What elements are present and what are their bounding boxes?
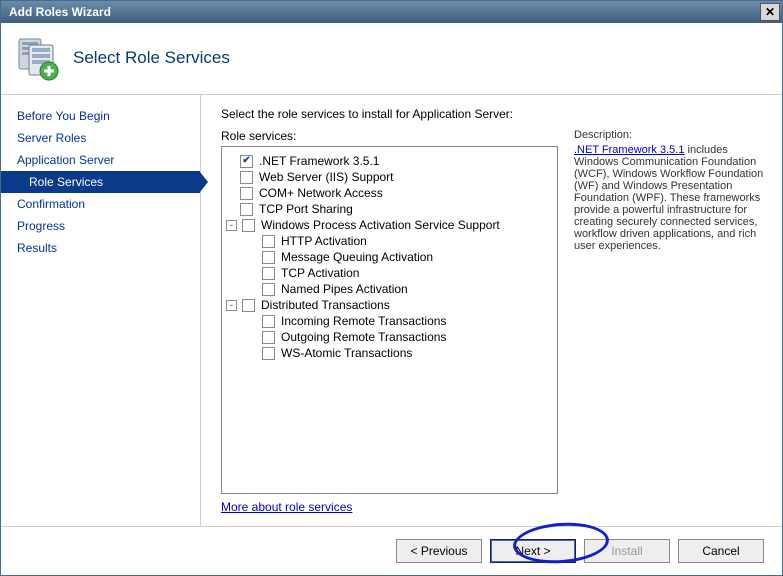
checkbox[interactable] <box>262 283 275 296</box>
next-button[interactable]: Next > <box>490 539 576 563</box>
more-about-link[interactable]: More about role services <box>221 494 558 520</box>
tree-node-label: COM+ Network Access <box>256 186 383 200</box>
titlebar[interactable]: Add Roles Wizard ✕ <box>1 1 782 23</box>
checkbox[interactable] <box>240 171 253 184</box>
tree-node[interactable]: Outgoing Remote Transactions <box>226 329 553 345</box>
sidebar-item-application-server[interactable]: Application Server <box>1 149 200 171</box>
tree-node[interactable]: HTTP Activation <box>226 233 553 249</box>
tree-node[interactable]: Web Server (IIS) Support <box>226 169 553 185</box>
checkbox[interactable] <box>262 347 275 360</box>
checkbox[interactable] <box>240 203 253 216</box>
tree-node[interactable]: Incoming Remote Transactions <box>226 313 553 329</box>
tree-node-label: Web Server (IIS) Support <box>256 170 394 184</box>
cancel-button[interactable]: Cancel <box>678 539 764 563</box>
checkbox[interactable] <box>242 219 255 232</box>
tree-node[interactable]: TCP Port Sharing <box>226 201 553 217</box>
tree-node[interactable]: Message Queuing Activation <box>226 249 553 265</box>
description-text: .NET Framework 3.5.1 includes Windows Co… <box>574 144 766 252</box>
description-label: Description: <box>574 129 766 141</box>
checkbox[interactable] <box>262 251 275 264</box>
tree-node-label: Outgoing Remote Transactions <box>278 330 446 344</box>
checkbox[interactable] <box>240 187 253 200</box>
sidebar-item-before-you-begin[interactable]: Before You Begin <box>1 105 200 127</box>
checkbox[interactable] <box>242 299 255 312</box>
tree-node-label: WS-Atomic Transactions <box>278 346 412 360</box>
tree-node[interactable]: Named Pipes Activation <box>226 281 553 297</box>
window-title: Add Roles Wizard <box>3 5 111 19</box>
add-roles-wizard-window: Add Roles Wizard ✕ Select Role Services <box>0 0 783 576</box>
tree-node-label: Windows Process Activation Service Suppo… <box>258 218 500 232</box>
tree-node-label: TCP Activation <box>278 266 359 280</box>
content-columns: Role services: .NET Framework 3.5.1 Web S… <box>221 129 766 520</box>
expander-icon[interactable]: - <box>226 300 237 311</box>
tree-node[interactable]: TCP Activation <box>226 265 553 281</box>
page-title: Select Role Services <box>73 48 230 68</box>
install-button: Install <box>584 539 670 563</box>
tree-node-label: HTTP Activation <box>278 234 367 248</box>
tree-node[interactable]: - Windows Process Activation Service Supp… <box>226 217 553 233</box>
role-services-tree[interactable]: .NET Framework 3.5.1 Web Server (IIS) Sup… <box>221 146 558 494</box>
header: Select Role Services <box>1 23 782 95</box>
close-icon: ✕ <box>765 5 775 19</box>
tree-node[interactable]: COM+ Network Access <box>226 185 553 201</box>
body: Before You BeginServer RolesApplication … <box>1 95 782 527</box>
tree-node-label: TCP Port Sharing <box>256 202 353 216</box>
role-services-column: Role services: .NET Framework 3.5.1 Web S… <box>221 129 558 520</box>
expander-icon[interactable]: - <box>226 220 237 231</box>
tree-node-label: Named Pipes Activation <box>278 282 408 296</box>
checkbox[interactable] <box>262 267 275 280</box>
wizard-footer: < Previous Next > Install Cancel <box>1 527 782 575</box>
checkbox[interactable] <box>240 155 253 168</box>
tree-node[interactable]: - Distributed Transactions <box>226 297 553 313</box>
tree-node-label: .NET Framework 3.5.1 <box>256 154 379 168</box>
previous-button[interactable]: < Previous <box>396 539 482 563</box>
checkbox[interactable] <box>262 235 275 248</box>
description-column: Description: .NET Framework 3.5.1 includ… <box>574 129 766 520</box>
close-button[interactable]: ✕ <box>760 3 780 21</box>
checkbox[interactable] <box>262 315 275 328</box>
wizard-steps-sidebar: Before You BeginServer RolesApplication … <box>1 95 201 526</box>
tree-node[interactable]: WS-Atomic Transactions <box>226 345 553 361</box>
tree-node-label: Incoming Remote Transactions <box>278 314 446 328</box>
checkbox[interactable] <box>262 331 275 344</box>
server-role-icon <box>13 35 59 81</box>
role-services-label: Role services: <box>221 129 558 143</box>
instruction-text: Select the role services to install for … <box>221 107 766 121</box>
description-link[interactable]: .NET Framework 3.5.1 <box>574 144 684 156</box>
tree-node-label: Message Queuing Activation <box>278 250 433 264</box>
tree-node[interactable]: .NET Framework 3.5.1 <box>226 153 553 169</box>
tree-node-label: Distributed Transactions <box>258 298 390 312</box>
sidebar-item-results[interactable]: Results <box>1 237 200 259</box>
sidebar-item-progress[interactable]: Progress <box>1 215 200 237</box>
main-panel: Select the role services to install for … <box>201 95 782 526</box>
sidebar-item-role-services[interactable]: Role Services <box>1 171 200 193</box>
description-body: includes Windows Communication Foundatio… <box>574 144 763 252</box>
sidebar-item-confirmation[interactable]: Confirmation <box>1 193 200 215</box>
sidebar-item-server-roles[interactable]: Server Roles <box>1 127 200 149</box>
